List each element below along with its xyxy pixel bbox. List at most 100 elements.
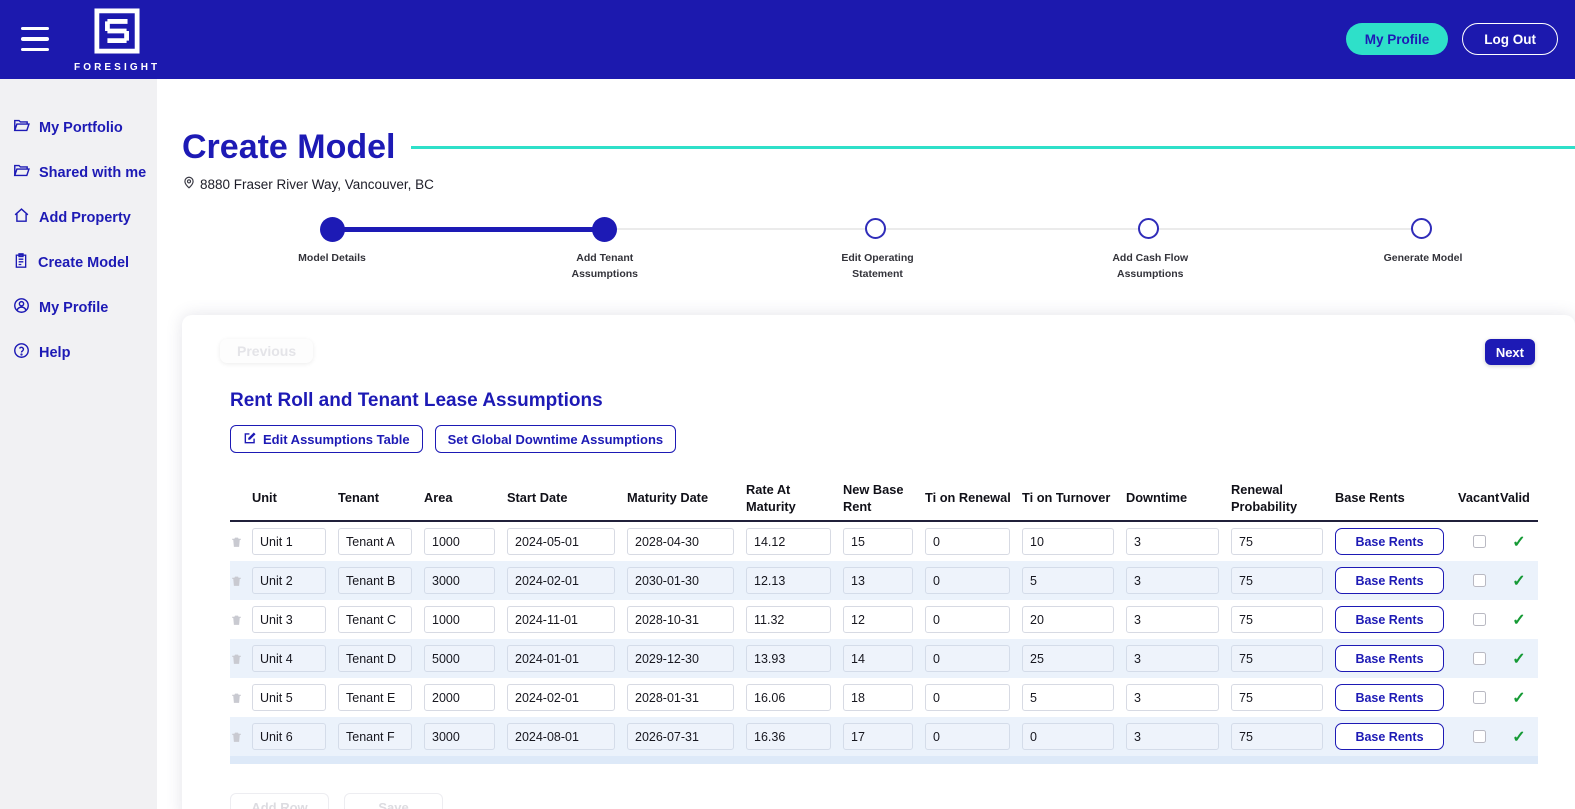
new-base-rent-input[interactable] xyxy=(843,645,913,672)
edit-assumptions-table-button[interactable]: Edit Assumptions Table xyxy=(230,425,423,453)
rate-at-maturity-input[interactable] xyxy=(746,645,831,672)
maturity-date-input[interactable] xyxy=(627,567,734,594)
downtime-input[interactable] xyxy=(1126,645,1219,672)
unit-input[interactable] xyxy=(252,684,326,711)
next-button[interactable]: Next xyxy=(1485,339,1535,365)
new-base-rent-input[interactable] xyxy=(843,528,913,555)
start-date-input[interactable] xyxy=(507,684,615,711)
tenant-input[interactable] xyxy=(338,606,412,633)
vacant-checkbox[interactable] xyxy=(1473,652,1486,665)
downtime-input[interactable] xyxy=(1126,567,1219,594)
sidebar-item-create-model[interactable]: Create Model xyxy=(0,240,157,285)
base-rents-button[interactable]: Base Rents xyxy=(1335,606,1444,633)
my-profile-button[interactable]: My Profile xyxy=(1346,23,1449,55)
area-input[interactable] xyxy=(424,606,495,633)
rate-at-maturity-input[interactable] xyxy=(746,723,831,750)
new-base-rent-input[interactable] xyxy=(843,567,913,594)
base-rents-button[interactable]: Base Rents xyxy=(1335,567,1444,594)
ti-on-renewal-input[interactable] xyxy=(925,645,1010,672)
downtime-input[interactable] xyxy=(1126,606,1219,633)
vacant-checkbox[interactable] xyxy=(1473,730,1486,743)
area-input[interactable] xyxy=(424,567,495,594)
renewal-probability-input[interactable] xyxy=(1231,684,1323,711)
vacant-checkbox[interactable] xyxy=(1473,574,1486,587)
logout-button[interactable]: Log Out xyxy=(1462,23,1558,55)
ti-on-renewal-input[interactable] xyxy=(925,567,1010,594)
renewal-probability-input[interactable] xyxy=(1231,567,1323,594)
delete-row-icon[interactable] xyxy=(230,652,252,666)
maturity-date-input[interactable] xyxy=(627,723,734,750)
rate-at-maturity-input[interactable] xyxy=(746,684,831,711)
area-input[interactable] xyxy=(424,528,495,555)
rate-at-maturity-input[interactable] xyxy=(746,606,831,633)
start-date-input[interactable] xyxy=(507,528,615,555)
set-global-downtime-button[interactable]: Set Global Downtime Assumptions xyxy=(435,425,676,453)
start-date-input[interactable] xyxy=(507,606,615,633)
area-input[interactable] xyxy=(424,723,495,750)
start-date-input[interactable] xyxy=(507,567,615,594)
unit-input[interactable] xyxy=(252,567,326,594)
ti-on-turnover-input[interactable] xyxy=(1022,606,1114,633)
save-button[interactable]: Save xyxy=(344,793,443,809)
hamburger-menu-icon[interactable] xyxy=(21,27,49,51)
tenant-input[interactable] xyxy=(338,684,412,711)
add-row-button[interactable]: Add Row xyxy=(230,793,329,809)
ti-on-renewal-input[interactable] xyxy=(925,528,1010,555)
base-rents-button[interactable]: Base Rents xyxy=(1335,684,1444,711)
unit-input[interactable] xyxy=(252,645,326,672)
sidebar-item-help[interactable]: Help xyxy=(0,330,157,375)
area-input[interactable] xyxy=(424,684,495,711)
ti-on-turnover-input[interactable] xyxy=(1022,645,1114,672)
step-circle-4[interactable] xyxy=(1138,218,1159,239)
start-date-input[interactable] xyxy=(507,723,615,750)
vacant-checkbox[interactable] xyxy=(1473,535,1486,548)
maturity-date-input[interactable] xyxy=(627,645,734,672)
ti-on-renewal-input[interactable] xyxy=(925,684,1010,711)
tenant-input[interactable] xyxy=(338,723,412,750)
ti-on-turnover-input[interactable] xyxy=(1022,723,1114,750)
table-scrollbar[interactable] xyxy=(230,756,1538,764)
ti-on-renewal-input[interactable] xyxy=(925,723,1010,750)
downtime-input[interactable] xyxy=(1126,684,1219,711)
delete-row-icon[interactable] xyxy=(230,535,252,549)
tenant-input[interactable] xyxy=(338,528,412,555)
area-input[interactable] xyxy=(424,645,495,672)
delete-row-icon[interactable] xyxy=(230,730,252,744)
renewal-probability-input[interactable] xyxy=(1231,723,1323,750)
base-rents-button[interactable]: Base Rents xyxy=(1335,723,1444,750)
sidebar-item-my-portfolio[interactable]: My Portfolio xyxy=(0,105,157,150)
start-date-input[interactable] xyxy=(507,645,615,672)
base-rents-button[interactable]: Base Rents xyxy=(1335,528,1444,555)
maturity-date-input[interactable] xyxy=(627,684,734,711)
unit-input[interactable] xyxy=(252,723,326,750)
step-circle-5[interactable] xyxy=(1411,218,1432,239)
step-circle-3[interactable] xyxy=(865,218,886,239)
rate-at-maturity-input[interactable] xyxy=(746,567,831,594)
renewal-probability-input[interactable] xyxy=(1231,528,1323,555)
delete-row-icon[interactable] xyxy=(230,613,252,627)
step-circle-2[interactable] xyxy=(592,217,617,242)
ti-on-turnover-input[interactable] xyxy=(1022,684,1114,711)
vacant-checkbox[interactable] xyxy=(1473,613,1486,626)
ti-on-turnover-input[interactable] xyxy=(1022,528,1114,555)
ti-on-renewal-input[interactable] xyxy=(925,606,1010,633)
new-base-rent-input[interactable] xyxy=(843,606,913,633)
renewal-probability-input[interactable] xyxy=(1231,606,1323,633)
new-base-rent-input[interactable] xyxy=(843,723,913,750)
maturity-date-input[interactable] xyxy=(627,528,734,555)
base-rents-button[interactable]: Base Rents xyxy=(1335,645,1444,672)
downtime-input[interactable] xyxy=(1126,528,1219,555)
sidebar-item-shared-with-me[interactable]: Shared with me xyxy=(0,150,157,195)
sidebar-item-my-profile[interactable]: My Profile xyxy=(0,285,157,330)
sidebar-item-add-property[interactable]: Add Property xyxy=(0,195,157,240)
maturity-date-input[interactable] xyxy=(627,606,734,633)
renewal-probability-input[interactable] xyxy=(1231,645,1323,672)
previous-button[interactable]: Previous xyxy=(220,339,313,363)
brand-logo[interactable]: FORESIGHT xyxy=(74,8,160,73)
tenant-input[interactable] xyxy=(338,645,412,672)
new-base-rent-input[interactable] xyxy=(843,684,913,711)
step-circle-1[interactable] xyxy=(320,217,345,242)
unit-input[interactable] xyxy=(252,606,326,633)
ti-on-turnover-input[interactable] xyxy=(1022,567,1114,594)
tenant-input[interactable] xyxy=(338,567,412,594)
